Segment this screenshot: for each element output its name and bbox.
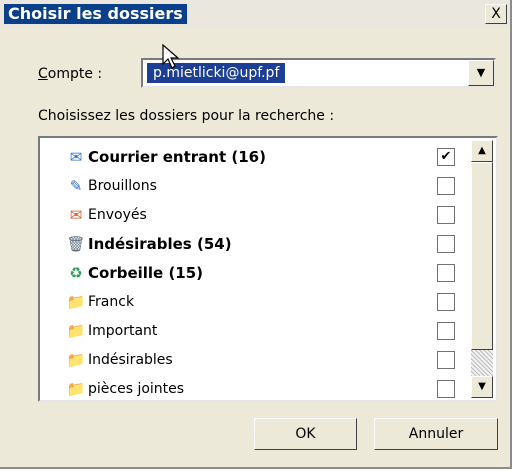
mouse-cursor-icon: [162, 44, 180, 69]
folder-label: Indésirables: [88, 352, 173, 368]
trash-icon: ♻: [69, 264, 83, 282]
folder-label: Courrier entrant (16): [88, 148, 266, 166]
checkmark-icon: ✔: [440, 149, 452, 164]
folder-label: Important: [88, 323, 158, 339]
folder-row[interactable]: 📁 Franck: [66, 291, 466, 315]
folder-label: pièces jointes: [88, 381, 185, 397]
chevron-down-icon: ▼: [476, 66, 486, 79]
junk-icon: 🗑: [66, 235, 86, 253]
dropdown-arrow-button[interactable]: ▼: [468, 60, 494, 86]
scroll-thumb[interactable]: [471, 162, 493, 350]
account-label: Compte :: [38, 66, 102, 82]
folder-row[interactable]: 🗑 Indésirables (54): [66, 233, 466, 257]
scroll-up-icon: ▲: [478, 145, 486, 156]
folder-icon: 📁: [66, 380, 86, 398]
folder-checkbox[interactable]: [437, 293, 455, 311]
inbox-icon: ✉: [69, 148, 83, 166]
folder-label: Brouillons: [88, 178, 157, 194]
drafts-icon: ✎: [69, 177, 83, 195]
folder-label: Indésirables (54): [88, 235, 232, 253]
folder-checkbox[interactable]: [437, 235, 455, 253]
folder-label: Envoyés: [88, 207, 147, 223]
vertical-scrollbar[interactable]: ▲ ▼: [471, 140, 493, 398]
folder-row[interactable]: 📁 Indésirables: [66, 349, 466, 373]
account-dropdown[interactable]: p.mietlicki@upf.pf ▼: [141, 58, 496, 88]
account-label-rest: ompte :: [47, 66, 103, 82]
folder-row[interactable]: 📁 pièces jointes: [66, 378, 466, 402]
folder-checkbox[interactable]: [437, 206, 455, 224]
scroll-down-button[interactable]: ▼: [471, 376, 493, 398]
dialog-title: Choisir les dossiers: [4, 4, 187, 24]
folder-label: Corbeille (15): [88, 264, 204, 282]
scroll-up-button[interactable]: ▲: [471, 140, 493, 162]
folder-checkbox[interactable]: [437, 322, 455, 340]
folder-icon: 📁: [66, 351, 86, 369]
folder-list[interactable]: ▲ ▼ ✉ Courrier entrant (16) ✔ ✎ Brouillons ✉ E…: [38, 136, 498, 402]
folder-checkbox[interactable]: [437, 177, 455, 195]
scroll-track[interactable]: [471, 350, 493, 376]
folder-checkbox[interactable]: [437, 351, 455, 369]
folder-row[interactable]: ✎ Brouillons: [66, 175, 466, 199]
scroll-down-icon: ▼: [478, 381, 486, 392]
folder-checkbox[interactable]: [437, 264, 455, 282]
cancel-button[interactable]: Annuler: [374, 418, 498, 450]
ok-button[interactable]: OK: [254, 418, 357, 450]
folder-checkbox[interactable]: [437, 380, 455, 398]
folder-row[interactable]: ✉ Envoyés: [66, 204, 466, 228]
folder-icon: 📁: [66, 322, 86, 340]
folder-icon: 📁: [66, 293, 86, 311]
account-label-accel: C: [38, 66, 48, 82]
close-icon: X: [491, 6, 501, 22]
folder-row[interactable]: 📁 Important: [66, 320, 466, 344]
folder-row[interactable]: ♻ Corbeille (15): [66, 262, 466, 286]
folder-row[interactable]: ✉ Courrier entrant (16): [66, 146, 466, 170]
instruction-label: Choisissez les dossiers pour la recherch…: [38, 108, 335, 124]
title-bar[interactable]: Choisir les dossiers X: [0, 0, 510, 28]
sent-icon: ✉: [69, 206, 83, 224]
folder-checkbox[interactable]: ✔: [437, 148, 455, 166]
choose-folders-dialog: Choisir les dossiers X Compte : p.mietli…: [0, 0, 512, 469]
folder-label: Franck: [88, 294, 135, 310]
close-button[interactable]: X: [485, 4, 507, 24]
